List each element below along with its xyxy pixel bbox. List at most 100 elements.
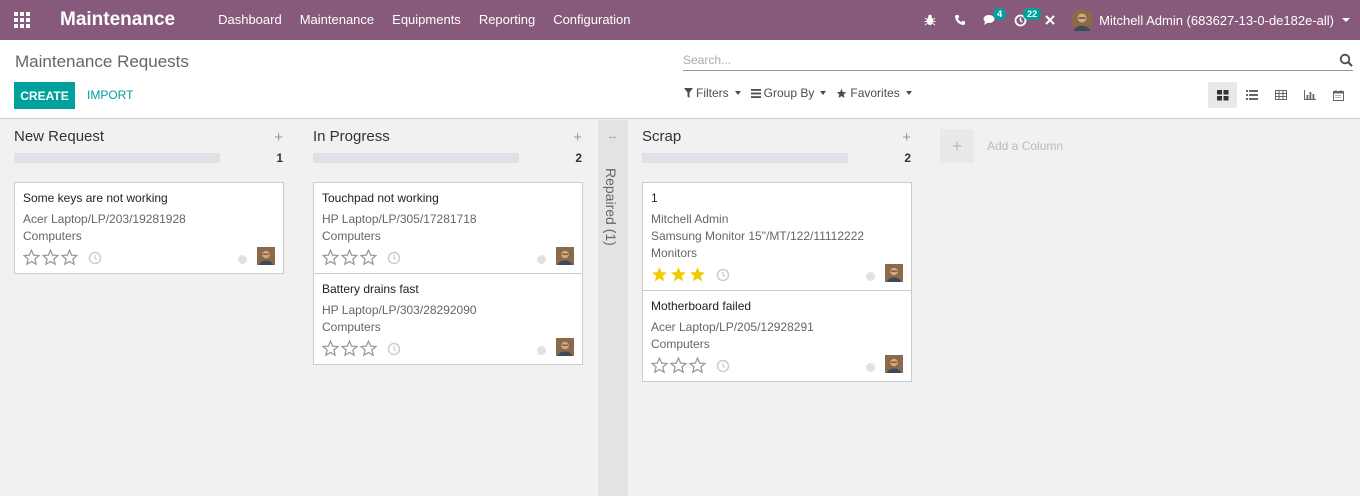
star-empty-icon[interactable] [651, 357, 668, 374]
menu-item-reporting[interactable]: Reporting [470, 0, 544, 40]
table-icon [1274, 90, 1287, 100]
quick-create-plus-icon[interactable]: + [573, 129, 582, 146]
card-title: 1 [651, 191, 658, 205]
kanban-icon [1216, 89, 1228, 100]
apps-menu-icon[interactable] [0, 0, 44, 40]
user-menu[interactable]: Mitchell Admin (683627-13-0-de182e-all) [1065, 0, 1360, 40]
kanban-view-button[interactable] [1208, 82, 1237, 108]
view-switcher [1208, 82, 1353, 108]
groupby-label: Group By [763, 86, 815, 100]
filters-dropdown[interactable]: Filters [684, 86, 741, 100]
control-panel: Maintenance Requests CREATE IMPORT Filte… [0, 40, 1360, 119]
pivot-view-button[interactable] [1266, 82, 1295, 108]
menu-item-dashboard[interactable]: Dashboard [209, 0, 291, 40]
column-progressbar[interactable] [313, 153, 519, 163]
star-empty-icon[interactable] [360, 249, 377, 266]
star-empty-icon[interactable] [341, 249, 358, 266]
search-icon[interactable] [1339, 53, 1353, 67]
graph-view-button[interactable] [1295, 82, 1324, 108]
kanban-state-dot[interactable] [866, 363, 875, 372]
star-empty-icon[interactable] [23, 249, 40, 266]
filters-label: Filters [696, 86, 729, 100]
star-empty-icon[interactable] [42, 249, 59, 266]
card-footer [322, 245, 574, 273]
kanban-state-dot[interactable] [238, 255, 247, 264]
column-title[interactable]: In Progress [313, 128, 390, 145]
kanban-state-dot[interactable] [866, 272, 875, 281]
activity-clock-icon[interactable] [387, 251, 401, 265]
kanban-card[interactable]: 1 Mitchell Admin Samsung Monitor 15"/MT/… [642, 182, 912, 291]
activity-clock-icon[interactable] [716, 359, 730, 373]
star-filled-icon[interactable] [689, 266, 706, 283]
kanban-column-new-request: New Request + 1 Some keys are not workin… [14, 120, 284, 274]
activity-clock-icon[interactable] [387, 342, 401, 356]
column-count: 1 [276, 151, 283, 165]
star-empty-icon[interactable] [341, 340, 358, 357]
priority-stars [322, 249, 401, 266]
calendar-view-button[interactable] [1324, 82, 1353, 108]
card-title: Battery drains fast [322, 282, 419, 296]
column-title[interactable]: New Request [14, 128, 104, 145]
create-button[interactable]: CREATE [14, 82, 75, 109]
import-button[interactable]: IMPORT [87, 88, 133, 102]
kanban-card[interactable]: Touchpad not working HP Laptop/LP/305/17… [313, 182, 583, 274]
messages-icon[interactable]: 4 [975, 0, 1007, 40]
card-category: Computers [322, 320, 381, 334]
card-equipment: Acer Laptop/LP/203/19281928 [23, 212, 186, 226]
menu-item-equipments[interactable]: Equipments [383, 0, 470, 40]
star-filled-icon[interactable] [651, 266, 668, 283]
star-filled-icon[interactable] [670, 266, 687, 283]
search-input[interactable] [683, 50, 1323, 70]
column-cards: Touchpad not working HP Laptop/LP/305/17… [313, 182, 583, 365]
calendar-icon [1333, 89, 1344, 101]
card-employee: Mitchell Admin [651, 212, 729, 226]
card-footer [322, 336, 574, 364]
column-cards: 1 Mitchell Admin Samsung Monitor 15"/MT/… [642, 182, 912, 382]
favorites-dropdown[interactable]: Favorites [836, 86, 912, 100]
quick-create-plus-icon[interactable]: + [274, 129, 283, 146]
activities-clock-icon[interactable]: 22 [1005, 0, 1042, 40]
star-icon [837, 88, 847, 98]
star-empty-icon[interactable] [322, 340, 339, 357]
priority-stars [23, 249, 102, 266]
card-equipment: Acer Laptop/LP/205/12928291 [651, 320, 814, 334]
kanban-card[interactable]: Battery drains fast HP Laptop/LP/303/282… [313, 273, 583, 365]
menu-item-configuration[interactable]: Configuration [544, 0, 639, 40]
star-empty-icon[interactable] [670, 357, 687, 374]
kanban-state-dot[interactable] [537, 346, 546, 355]
star-empty-icon[interactable] [61, 249, 78, 266]
debug-bug-icon[interactable] [915, 0, 945, 40]
star-empty-icon[interactable] [322, 249, 339, 266]
list-icon [1245, 90, 1258, 100]
card-title: Some keys are not working [23, 191, 168, 205]
kanban-card[interactable]: Motherboard failed Acer Laptop/LP/205/12… [642, 290, 912, 382]
folded-column-repaired[interactable]: ↔ Repaired (1) [598, 120, 628, 496]
phone-icon[interactable] [945, 0, 975, 40]
app-brand[interactable]: Maintenance [60, 9, 175, 31]
technician-avatar [556, 247, 574, 265]
tools-icon[interactable] [1035, 0, 1065, 40]
star-empty-icon[interactable] [689, 357, 706, 374]
star-empty-icon[interactable] [360, 340, 377, 357]
top-navbar: Maintenance Dashboard Maintenance Equipm… [0, 0, 1360, 40]
column-progressbar[interactable] [14, 153, 220, 163]
chevron-down-icon [1342, 18, 1350, 22]
activity-clock-icon[interactable] [716, 268, 730, 282]
kanban-state-dot[interactable] [537, 255, 546, 264]
card-category: Computers [23, 229, 82, 243]
card-category: Computers [651, 337, 710, 351]
card-equipment: HP Laptop/LP/303/28292090 [322, 303, 477, 317]
filter-icon [684, 88, 693, 98]
column-cards: Some keys are not working Acer Laptop/LP… [14, 182, 284, 274]
activity-clock-icon[interactable] [88, 251, 102, 265]
column-title[interactable]: Scrap [642, 128, 681, 145]
column-progressbar[interactable] [642, 153, 848, 163]
menu-item-maintenance[interactable]: Maintenance [291, 0, 383, 40]
kanban-card[interactable]: Some keys are not working Acer Laptop/LP… [14, 182, 284, 274]
add-column-button[interactable]: + Add a Column [940, 129, 1063, 163]
quick-create-plus-icon[interactable]: + [902, 129, 911, 146]
card-title: Motherboard failed [651, 299, 752, 313]
list-view-button[interactable] [1237, 82, 1266, 108]
groupby-dropdown[interactable]: Group By [750, 86, 827, 100]
card-equipment: Samsung Monitor 15"/MT/122/11112222 [651, 229, 865, 243]
